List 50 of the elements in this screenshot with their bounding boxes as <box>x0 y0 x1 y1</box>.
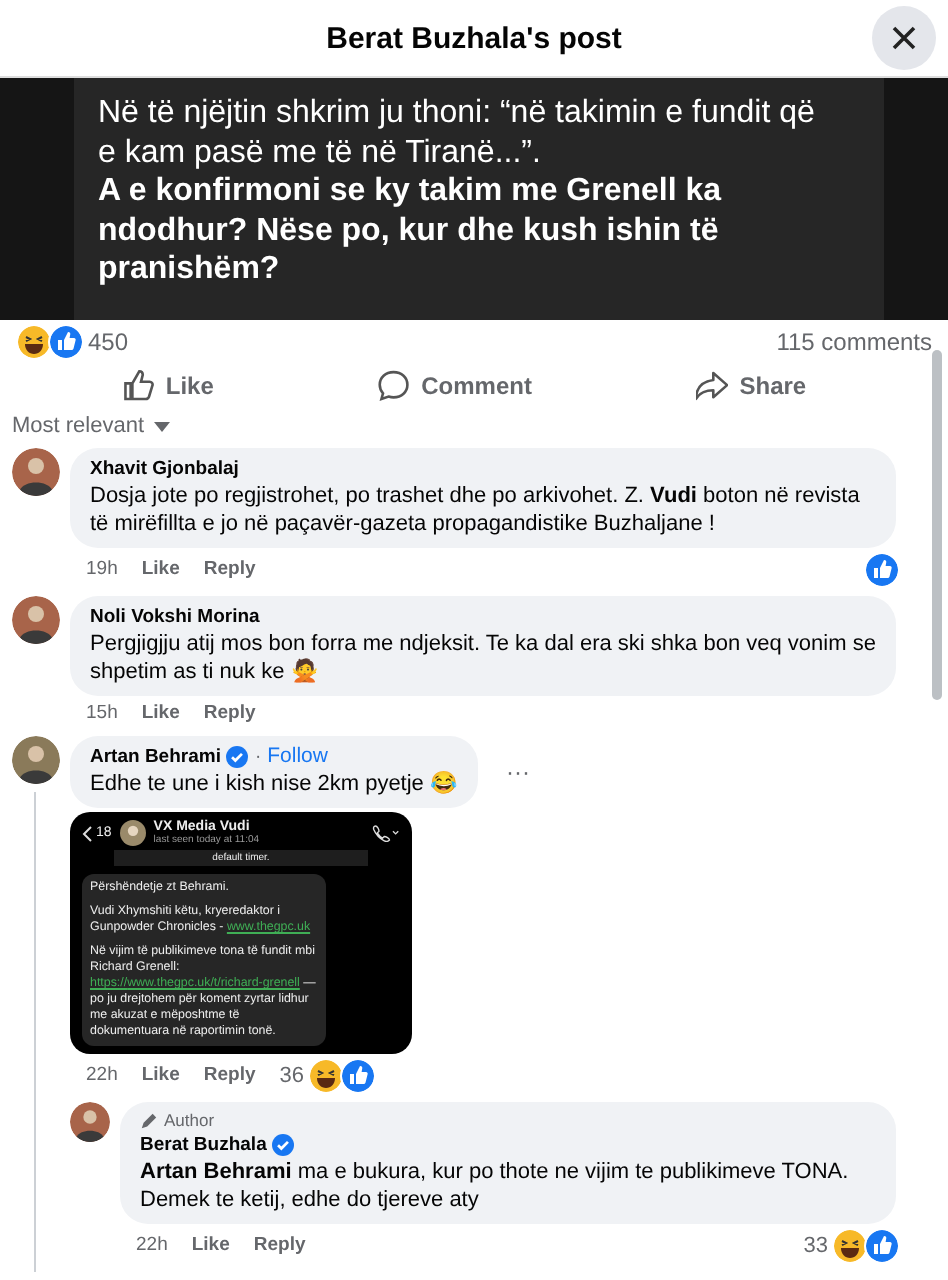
like-button[interactable]: Like <box>109 366 226 406</box>
reaction-count[interactable]: 36 <box>279 1062 304 1090</box>
comment-button[interactable]: Comment <box>365 366 544 406</box>
comment-action-link[interactable]: Like <box>141 1062 180 1090</box>
close-icon <box>892 26 916 50</box>
like-icon <box>121 370 154 402</box>
comment-text: Pergjigjju atij mos bon forra me ndjeksit. Te ka dal era ski shka bon veq vonim se shpetim as ti nuk ke 🙅 <box>90 630 876 686</box>
scrollbar[interactable] <box>932 350 942 700</box>
avatar <box>12 596 60 644</box>
separator-dot: · <box>254 744 262 770</box>
timestamp[interactable]: 19h <box>86 556 118 584</box>
comment-action-link[interactable]: Like <box>141 700 180 728</box>
speech-bubble-icon <box>377 370 410 402</box>
caret-icon <box>154 421 171 431</box>
comment-action-link[interactable]: Like <box>191 1232 230 1260</box>
comment-action-link[interactable]: Like <box>141 556 180 584</box>
commenter-name[interactable]: Berat Buzhala <box>140 1132 267 1158</box>
comment-text: Artan Behrami ma e bukura, kur po thote ne vijim te publikimeve TONA. Demek te ketij, edhe do tjereve aty <box>140 1158 851 1214</box>
comment-action-link[interactable]: Reply <box>203 1062 256 1090</box>
commenter-name[interactable]: Xhavit Gjonbalaj <box>90 456 239 482</box>
share-button[interactable]: Share <box>683 366 819 406</box>
avatar <box>70 1102 110 1142</box>
comment-action-link[interactable]: Reply <box>203 700 256 728</box>
phone-icon <box>372 824 400 842</box>
author-label: Author <box>140 1110 876 1132</box>
image-text: A e konfirmoni se ky takim me Grenell ka ndodhur? Nëse po, kur dhe kush ishin të pranishëm? <box>98 172 724 289</box>
share-arrow-icon <box>695 370 728 402</box>
sort-dropdown[interactable]: Most relevant <box>0 412 183 440</box>
comment-text: Edhe te une i kish nise 2km pyetje 😂 <box>90 770 458 798</box>
comment-action-link[interactable]: Reply <box>253 1232 306 1260</box>
commenter-name[interactable]: Noli Vokshi Morina <box>90 604 260 630</box>
back-chevron-icon <box>82 825 92 841</box>
comment-count[interactable]: 115 comments <box>776 328 932 356</box>
close-button[interactable] <box>872 6 936 70</box>
follow-link[interactable]: Follow <box>267 744 328 770</box>
timestamp[interactable]: 15h <box>86 700 118 728</box>
commenter-name[interactable]: Artan Behrami <box>90 744 221 770</box>
comment-text: Dosja jote po regjistrohet, po trashet dhe po arkivohet. Z. Vudi boton në revista të mirëfillta e jo në paçavër-gazeta propagandistike Buzhaljane ! <box>90 482 862 538</box>
timestamp[interactable]: 22h <box>86 1062 118 1090</box>
contact-avatar <box>119 820 146 846</box>
image-text: Në të njëjtin shkrim ju thoni: “në takimin e fundit që e kam pasë me të në Tiranë...”. <box>98 94 817 172</box>
reaction-count[interactable]: 450 <box>88 328 129 356</box>
window-title: Berat Buzhala's post <box>326 21 622 55</box>
more-options-button[interactable]: ··· <box>501 758 534 786</box>
avatar <box>12 736 60 784</box>
timestamp[interactable]: 22h <box>136 1232 168 1260</box>
avatar <box>12 448 60 496</box>
pencil-icon <box>140 1112 158 1130</box>
comment-action-link[interactable]: Reply <box>203 556 256 584</box>
reaction-count[interactable]: 33 <box>803 1232 828 1260</box>
